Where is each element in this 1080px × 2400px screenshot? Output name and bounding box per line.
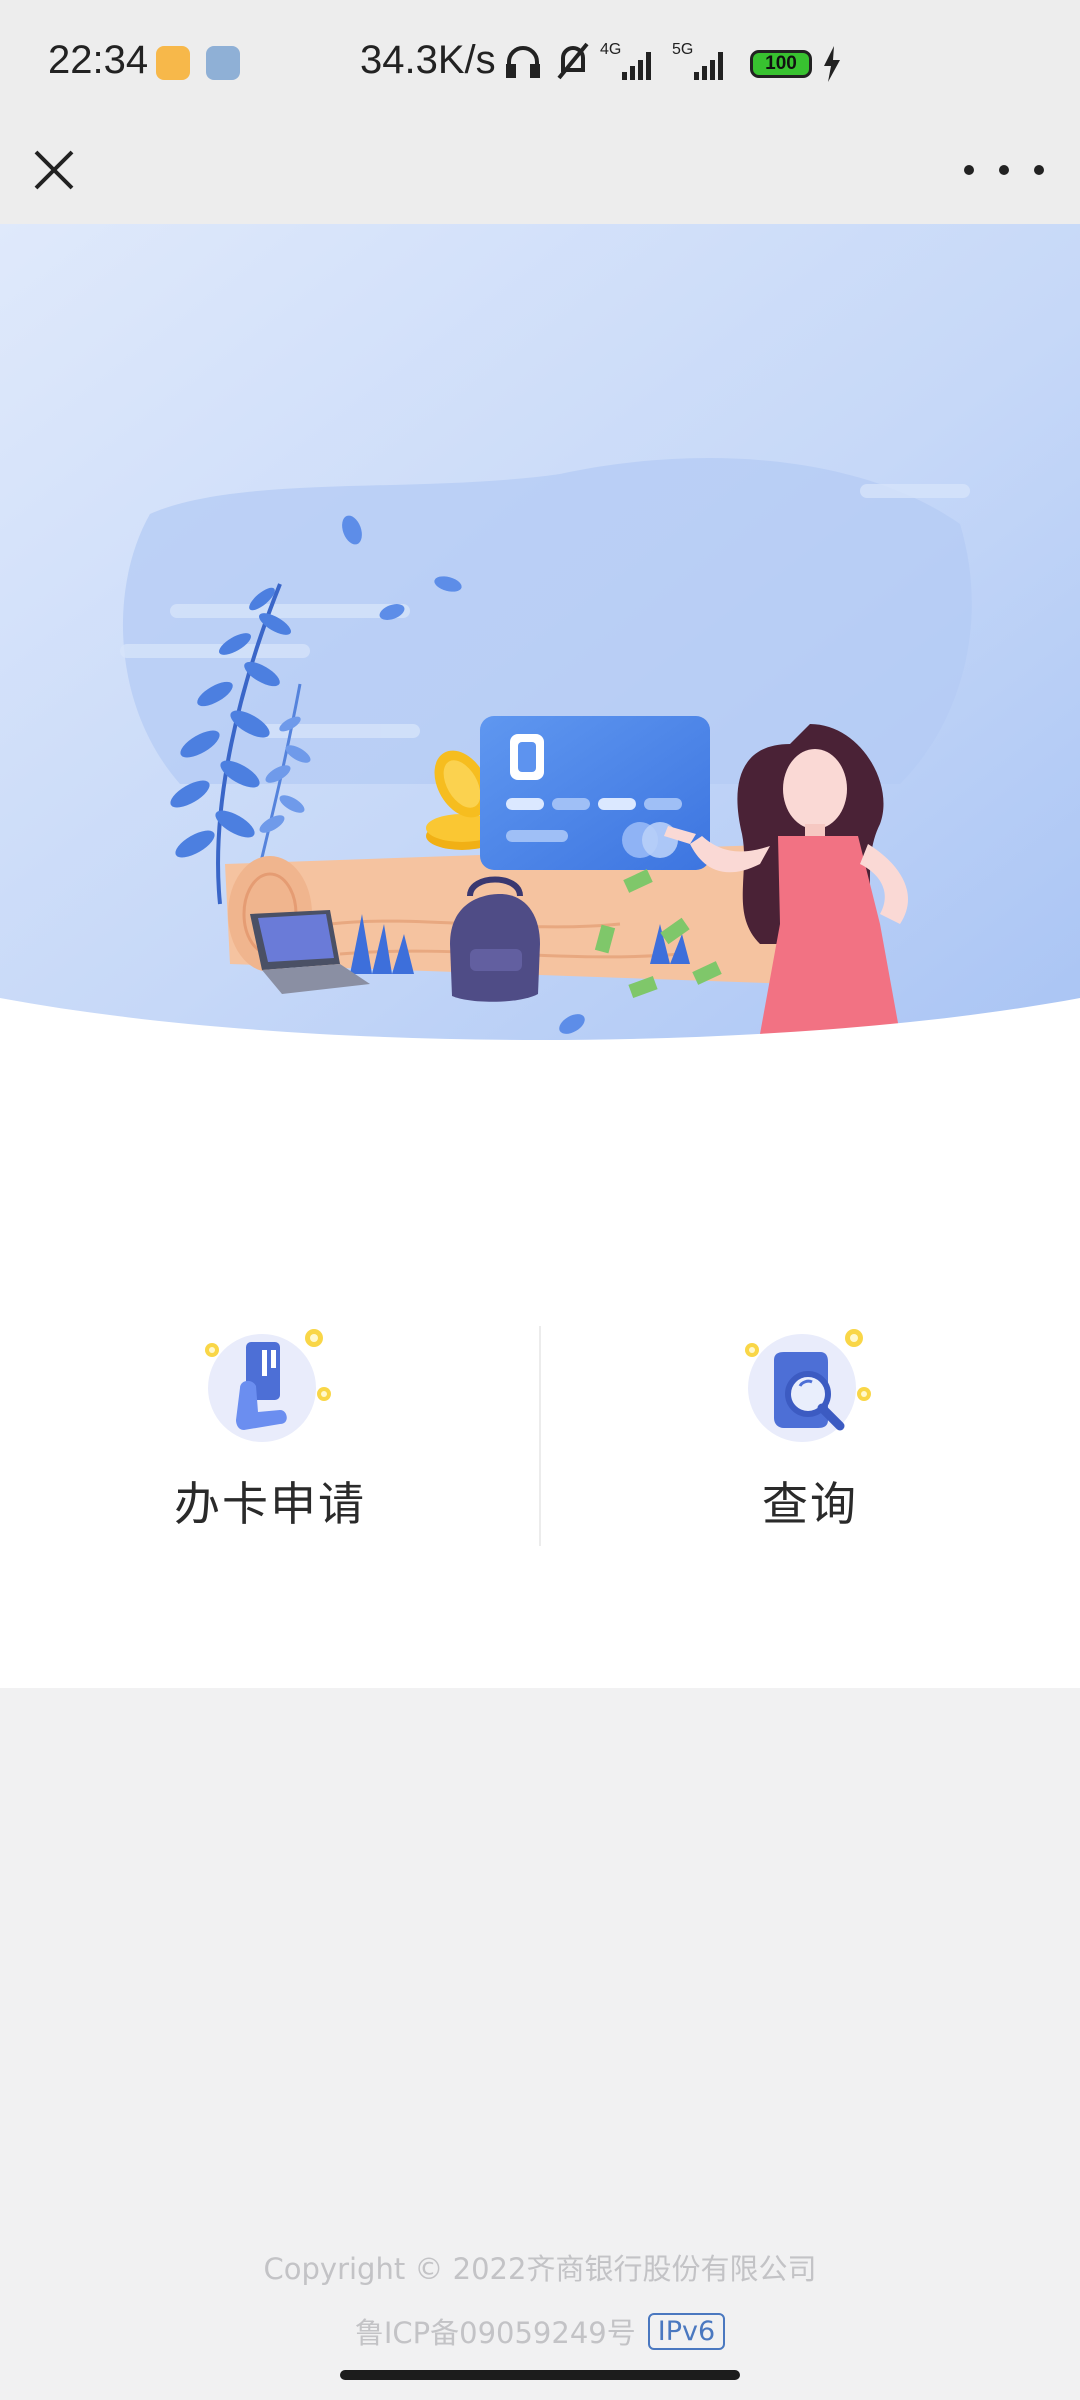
icp-row: 鲁ICP备09059249号 IPv6 bbox=[0, 2310, 1080, 2352]
hero-illustration bbox=[0, 224, 1080, 1054]
nav-bar bbox=[0, 124, 1080, 224]
more-icon-dot bbox=[999, 165, 1009, 175]
settings-app-icon bbox=[206, 46, 240, 80]
close-button[interactable] bbox=[22, 138, 86, 202]
battery-level: 100 bbox=[765, 53, 797, 74]
notification-app-icon bbox=[156, 46, 190, 80]
ipv6-badge: IPv6 bbox=[647, 2312, 726, 2350]
more-icon-dot bbox=[1034, 165, 1044, 175]
card-apply-icon bbox=[200, 1324, 340, 1444]
status-time: 22:34 bbox=[48, 38, 149, 82]
headphones-icon bbox=[506, 46, 540, 78]
mute-bell-icon bbox=[557, 42, 589, 80]
signal-5g-label: 5G bbox=[672, 41, 693, 58]
network-speed: 34.3K/s bbox=[360, 38, 496, 82]
close-icon bbox=[34, 150, 74, 190]
signal-4g-icon bbox=[622, 52, 651, 80]
query-entry[interactable]: 查询 bbox=[540, 1324, 1080, 1554]
service-menu: 办卡申请 查询 bbox=[0, 1054, 1080, 1688]
more-button[interactable] bbox=[964, 146, 1044, 194]
copyright-text: Copyright © 2022齐商银行股份有限公司 bbox=[263, 2252, 817, 2286]
signal-5g-icon bbox=[694, 52, 723, 80]
more-icon-dot bbox=[964, 165, 974, 175]
battery-icon: 100 bbox=[750, 50, 812, 78]
status-bar: 22:34 34.3K/s 4G 5G 100 bbox=[0, 0, 1080, 124]
card-apply-label: 办卡申请 bbox=[174, 1477, 366, 1531]
credit-card-illustration bbox=[480, 716, 710, 870]
signal-4g-label: 4G bbox=[600, 41, 621, 58]
charging-icon bbox=[824, 46, 840, 82]
query-label: 查询 bbox=[762, 1477, 858, 1531]
hero-banner bbox=[0, 224, 1080, 1054]
search-query-icon bbox=[740, 1324, 880, 1444]
home-indicator[interactable] bbox=[340, 2370, 740, 2380]
icp-record-link[interactable]: 鲁ICP备09059249号 bbox=[355, 2310, 636, 2352]
card-apply-entry[interactable]: 办卡申请 bbox=[0, 1324, 540, 1554]
footer: Copyright © 2022齐商银行股份有限公司 鲁ICP备09059249… bbox=[0, 2246, 1080, 2352]
